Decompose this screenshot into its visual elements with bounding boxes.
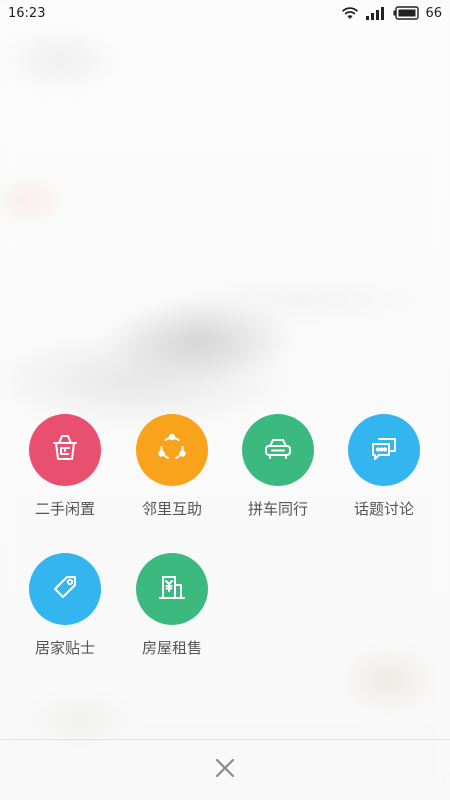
share-circle-icon bbox=[155, 431, 189, 469]
chat-bubbles-icon bbox=[367, 431, 401, 469]
battery-level: 66 bbox=[425, 5, 442, 21]
building-yuan-icon bbox=[155, 570, 189, 608]
action-label: 二手闲置 bbox=[34, 500, 95, 518]
action-carpool[interactable]: 拼车同行 bbox=[228, 414, 328, 519]
wifi-icon bbox=[341, 6, 359, 20]
action-home-tips[interactable]: 居家贴士 bbox=[15, 553, 115, 658]
action-label: 邻里互助 bbox=[141, 500, 202, 518]
status-time: 16:23 bbox=[8, 5, 46, 21]
action-label: 话题讨论 bbox=[353, 500, 414, 518]
action-circle[interactable] bbox=[136, 553, 208, 625]
tag-icon bbox=[48, 570, 82, 608]
action-second-hand[interactable]: 二手闲置 bbox=[15, 414, 115, 519]
action-label: 房屋租售 bbox=[141, 639, 202, 657]
publish-menu-screen: 16:23 66 二手闲置 邻里互助 拼车同行 话题讨论 居家贴士 房屋租售 bbox=[0, 0, 450, 800]
shopping-basket-icon bbox=[48, 431, 82, 469]
bottom-bar bbox=[0, 739, 450, 800]
action-house-rent-sale[interactable]: 房屋租售 bbox=[122, 553, 222, 658]
status-icons: 66 bbox=[341, 6, 442, 21]
action-circle[interactable] bbox=[348, 414, 420, 486]
status-bar: 16:23 66 bbox=[0, 0, 450, 26]
action-label: 拼车同行 bbox=[247, 500, 308, 518]
action-circle[interactable] bbox=[136, 414, 208, 486]
action-topic-discussion[interactable]: 话题讨论 bbox=[334, 414, 434, 519]
battery-icon bbox=[393, 6, 420, 20]
signal-icon bbox=[365, 6, 387, 20]
action-label: 居家贴士 bbox=[34, 639, 95, 657]
close-icon bbox=[215, 758, 235, 782]
car-icon bbox=[261, 431, 295, 469]
action-neighbor-help[interactable]: 邻里互助 bbox=[122, 414, 222, 519]
action-circle[interactable] bbox=[29, 553, 101, 625]
frosted-overlay bbox=[0, 0, 450, 800]
action-circle[interactable] bbox=[242, 414, 314, 486]
close-button[interactable] bbox=[205, 750, 245, 790]
action-circle[interactable] bbox=[29, 414, 101, 486]
